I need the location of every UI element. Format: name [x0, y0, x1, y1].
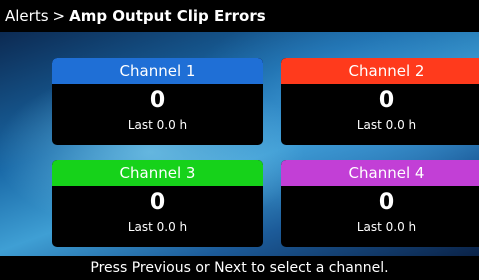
alert-screen: Alerts > Amp Output Clip Errors Channel 1 …: [0, 0, 479, 280]
channel-4-error-count: 0: [378, 190, 395, 215]
channel-grid: Channel 1 0 Last 0.0 h Channel 2 0 Last …: [0, 32, 479, 256]
breadcrumb-alerts[interactable]: Alerts: [5, 7, 49, 25]
breadcrumb-separator: >: [52, 7, 66, 25]
channel-1-error-count: 0: [149, 88, 166, 113]
channel-2-label: Channel 2: [281, 58, 479, 84]
channel-card-2[interactable]: Channel 2 0 Last 0.0 h: [281, 58, 479, 145]
channel-1-label: Channel 1: [52, 58, 263, 84]
channel-4-label: Channel 4: [281, 160, 479, 186]
channel-4-last-time: Last 0.0 h: [356, 220, 417, 234]
channel-card-3[interactable]: Channel 3 0 Last 0.0 h: [52, 160, 263, 247]
channel-2-last-time: Last 0.0 h: [356, 118, 417, 132]
page-title: Amp Output Clip Errors: [69, 7, 266, 25]
channel-card-4[interactable]: Channel 4 0 Last 0.0 h: [281, 160, 479, 247]
channel-1-last-time: Last 0.0 h: [127, 118, 188, 132]
channel-2-error-count: 0: [378, 88, 395, 113]
header-bar: Alerts > Amp Output Clip Errors: [0, 0, 479, 32]
channel-3-error-count: 0: [149, 190, 166, 215]
channel-3-label: Channel 3: [52, 160, 263, 186]
channel-3-last-time: Last 0.0 h: [127, 220, 188, 234]
footer-hint: Press Previous or Next to select a chann…: [0, 256, 479, 280]
channel-card-1[interactable]: Channel 1 0 Last 0.0 h: [52, 58, 263, 145]
